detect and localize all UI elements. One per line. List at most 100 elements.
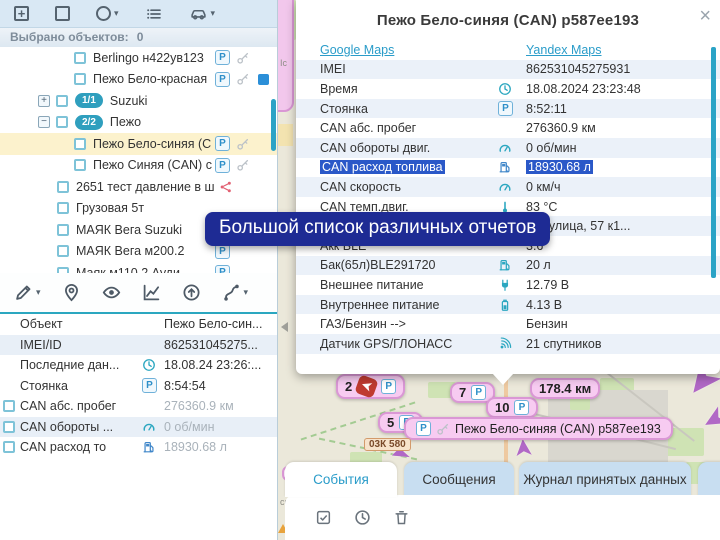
key-icon[interactable] [236, 51, 250, 65]
popup-row: Время 18.08.2024 23:23:48 [296, 79, 720, 99]
expand-icon[interactable] [38, 95, 50, 107]
unit-checkbox[interactable] [74, 73, 86, 85]
clock-icon [498, 82, 512, 96]
unit-checkbox[interactable] [57, 245, 69, 257]
map-marker[interactable]: 2 ➤ [336, 374, 405, 399]
collapse-panel-arrow[interactable] [281, 322, 288, 332]
unit-row-selected[interactable]: Пежо Бело-синяя (С [0, 133, 277, 155]
pencil-icon [14, 283, 33, 302]
send-command-button[interactable] [182, 283, 201, 302]
popup-row: CAN обороты двиг. 0 об/мин [296, 138, 720, 158]
unit-row[interactable]: Berlingo н422ув123 [0, 47, 277, 69]
unit-checkbox[interactable] [74, 159, 86, 171]
chart-icon [142, 283, 161, 302]
group-row[interactable]: 1/1 Suzuki [0, 90, 277, 112]
close-icon[interactable]: × [699, 6, 711, 26]
unit-checkbox[interactable] [57, 224, 69, 236]
popup-tail [492, 373, 514, 385]
battery-icon [498, 298, 512, 312]
info-label: CAN расход то [20, 440, 142, 454]
list-view-button[interactable] [145, 6, 163, 22]
row-value: 20 л [526, 258, 551, 272]
select-all-checkbox-icon[interactable] [315, 509, 332, 526]
row-label: Стоянка [320, 102, 498, 116]
key-icon[interactable] [236, 72, 250, 86]
sensor-checkbox[interactable] [3, 400, 15, 412]
map-yellow-patch [278, 124, 293, 146]
unit-label: Пежо Бело-красная [93, 72, 207, 86]
map-unit-label[interactable]: Пежо Бело-синяя (CAN) p587ee193 [404, 417, 673, 440]
row-label: Внешнее питание [320, 278, 498, 292]
parking-badge [381, 379, 396, 394]
info-label: IMEI/ID [20, 338, 142, 352]
popup-table: Google Maps Yandex Maps IMEI 86253104527… [296, 40, 720, 354]
group-checkbox[interactable] [56, 95, 68, 107]
unit-label: МАЯК Вега Suzuki [76, 223, 182, 237]
time-filter-icon[interactable] [354, 509, 371, 526]
tracks-button[interactable]: ▾ [222, 283, 249, 302]
unit-checkbox[interactable] [74, 138, 86, 150]
collapse-icon[interactable] [38, 116, 50, 128]
row-label: Бак(65л)BLE291720 [320, 258, 498, 272]
show-on-map-button[interactable] [62, 283, 81, 302]
tree-scrollbar[interactable] [271, 99, 276, 151]
unit-row[interactable]: 2651 тест давление в ш [0, 176, 277, 198]
unit-row[interactable]: Пежо Бело-красная [0, 69, 277, 91]
edit-unit-button[interactable]: ▾ [14, 283, 41, 302]
popup-title: Пежо Бело-синяя (CAN) p587ee193 [296, 0, 720, 40]
moving-unit-icon: ➤ [355, 374, 379, 398]
map-distance-label: 178.4 км [530, 378, 600, 399]
popup-row: Внутреннее питание 4.13 В [296, 295, 720, 315]
group-label: Пежо [110, 115, 141, 129]
units-menu-button[interactable]: ▾ [189, 5, 216, 22]
popup-row: IMEI 862531045275931 [296, 60, 720, 80]
row-value: 862531045275931 [526, 62, 630, 76]
tab-partial[interactable] [698, 462, 720, 497]
unit-row[interactable]: Пежо Синяя (CAN) с [0, 155, 277, 177]
unit-checkbox[interactable] [57, 181, 69, 193]
visibility-button[interactable] [102, 283, 121, 302]
monitoring-sidebar: ▾ ▾ Выбрано объектов: 0 Berlingo н422ув1… [0, 0, 278, 540]
avito-logo-icon [610, 496, 644, 532]
tab-journal[interactable]: Журнал принятых данных [519, 462, 691, 497]
tab-label: Журнал принятых данных [523, 472, 686, 487]
selected-objects-header: Выбрано объектов: 0 [0, 28, 277, 47]
key-icon[interactable] [236, 158, 250, 172]
info-row: CAN абс. пробег 276360.9 км [0, 396, 277, 417]
key-icon[interactable] [236, 137, 250, 151]
popup-scrollbar[interactable] [711, 47, 716, 278]
yandex-maps-link[interactable]: Yandex Maps [526, 43, 602, 57]
google-maps-link[interactable]: Google Maps [320, 43, 394, 57]
map-marker[interactable]: 10 [486, 397, 538, 418]
tab-messages[interactable]: Сообщения [404, 462, 514, 497]
info-label: Последние дан... [20, 358, 142, 372]
popup-row: Стоянка 8:52:11 [296, 99, 720, 119]
avito-wordmark: Avito [648, 499, 710, 530]
clock-icon [142, 358, 156, 372]
selected-objects-count: 0 [137, 30, 144, 45]
add-geofence-button[interactable] [14, 6, 29, 21]
promo-banner: Большой список различных отчетов [205, 212, 550, 246]
sensor-checkbox[interactable] [3, 421, 15, 433]
marker-count: 2 [345, 379, 352, 394]
tab-events[interactable]: События [285, 462, 397, 497]
gauge-icon [498, 180, 512, 194]
group-row[interactable]: 2/2 Пежо [0, 112, 277, 134]
row-value: 276360.9 км [526, 121, 596, 135]
unit-tooltip-popup: Пежо Бело-синяя (CAN) p587ee193 × Google… [296, 0, 720, 374]
parking-badge [416, 421, 431, 436]
rectangle-tool-button[interactable] [55, 6, 70, 21]
row-value: Бензин [526, 317, 568, 331]
unit-row[interactable]: Маяк м110.2 Ауди [0, 262, 277, 273]
group-checkbox[interactable] [56, 116, 68, 128]
chevron-down-icon: ▾ [114, 8, 119, 19]
charts-button[interactable] [142, 283, 161, 302]
unit-checkbox[interactable] [57, 202, 69, 214]
row-value: 18.08.2024 23:23:48 [526, 82, 641, 96]
sensor-checkbox[interactable] [3, 441, 15, 453]
fuel-icon [498, 258, 512, 272]
unit-checkbox[interactable] [74, 52, 86, 64]
trash-icon[interactable] [393, 509, 410, 526]
circle-tool-button[interactable]: ▾ [96, 6, 119, 21]
unit-checkbox[interactable] [57, 267, 69, 273]
